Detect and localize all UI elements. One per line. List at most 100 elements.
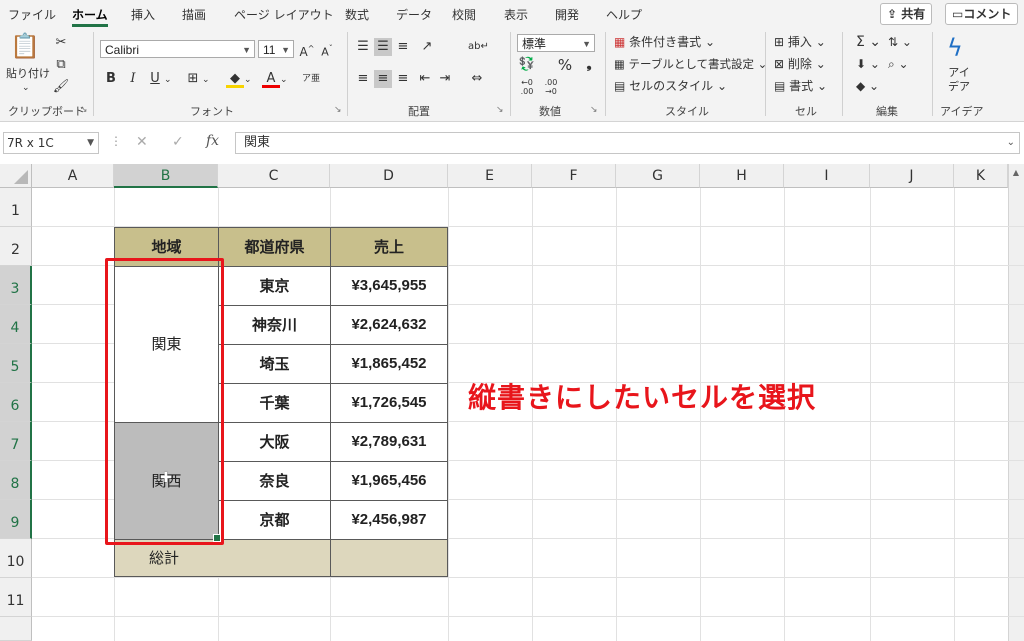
name-box[interactable]: 7R x 1C ▼ [3, 132, 99, 154]
total-value-cell[interactable] [330, 539, 448, 577]
align-top-icon[interactable]: ☰ [354, 38, 372, 56]
col-header-g[interactable]: G [616, 164, 700, 188]
insert-cells-button[interactable]: ⊞ 挿入 ⌄ [774, 34, 826, 50]
cut-icon[interactable]: ✂ [52, 34, 70, 52]
font-launcher-icon[interactable]: ↘ [334, 105, 342, 115]
pref-cell[interactable]: 奈良 [218, 461, 331, 501]
col-header-f[interactable]: F [532, 164, 616, 188]
pref-cell[interactable]: 千葉 [218, 383, 331, 423]
row-header-9[interactable]: 9 [0, 500, 32, 539]
font-size-select[interactable]: 11 ▼ [258, 40, 294, 58]
formula-input[interactable]: 関東 ⌄ [235, 132, 1020, 154]
tab-page-layout[interactable]: ページ レイアウト [234, 6, 334, 23]
borders-icon[interactable]: ⊞ [184, 70, 202, 88]
col-header-d[interactable]: D [330, 164, 448, 188]
row-header-8[interactable]: 8 [0, 461, 32, 500]
wrap-text-icon[interactable]: ab↵ [468, 38, 489, 56]
chevron-down-icon[interactable]: ⌄ [164, 72, 172, 88]
tab-view[interactable]: 表示 [504, 6, 528, 23]
paste-icon[interactable]: 📋 [10, 32, 40, 60]
phonetic-icon[interactable]: ア亜 [302, 70, 320, 88]
col-header-a[interactable]: A [32, 164, 114, 188]
tab-file[interactable]: ファイル [8, 6, 56, 23]
fill-handle[interactable] [213, 534, 221, 542]
row-header-12[interactable] [0, 617, 32, 641]
format-as-table-button[interactable]: ▦ テーブルとして書式設定 ⌄ [614, 56, 767, 72]
clear-icon[interactable]: ◆ ⌄ [856, 78, 879, 94]
cancel-icon[interactable]: ✕ [136, 134, 148, 150]
align-right-icon[interactable]: ≡ [394, 70, 412, 88]
number-format-select[interactable]: 標準 ▼ [517, 34, 595, 52]
cell-styles-button[interactable]: ▤ セルのスタイル ⌄ [614, 78, 727, 94]
fill-color-icon[interactable]: ◆ [226, 70, 244, 88]
italic-icon[interactable]: I [124, 70, 142, 88]
col-header-b[interactable]: B [114, 164, 218, 188]
vertical-scrollbar[interactable]: ▲ [1008, 164, 1024, 641]
accounting-format-icon[interactable]: 💱 [518, 56, 536, 74]
increase-decimal-icon[interactable]: ←0.00 [518, 78, 536, 96]
tab-formulas[interactable]: 数式 [345, 6, 369, 23]
ideas-button[interactable]: アイ デア [948, 66, 970, 94]
clipboard-launcher-icon[interactable]: ↘ [80, 105, 88, 115]
insert-function-icon[interactable]: fx [206, 133, 219, 149]
row-header-7[interactable]: 7 [0, 422, 32, 461]
pref-cell[interactable]: 京都 [218, 500, 331, 540]
copy-icon[interactable]: ⧉ [52, 56, 70, 74]
tab-data[interactable]: データ [396, 6, 432, 23]
underline-icon[interactable]: U [146, 70, 164, 88]
col-header-h[interactable]: H [700, 164, 784, 188]
row-header-11[interactable]: 11 [0, 578, 32, 617]
tab-insert[interactable]: 挿入 [131, 6, 155, 23]
sales-cell[interactable]: ¥2,624,632 [330, 305, 448, 345]
decrease-indent-icon[interactable]: ⇤ [416, 70, 434, 88]
row-header-1[interactable]: 1 [0, 188, 32, 227]
align-middle-icon[interactable]: ☰ [374, 38, 392, 56]
share-button[interactable]: ⇪ 共有 [880, 3, 933, 25]
header-sales[interactable]: 売上 [330, 227, 448, 267]
sales-cell[interactable]: ¥3,645,955 [330, 266, 448, 306]
merge-center-icon[interactable]: ⇔ [468, 70, 486, 88]
shrink-font-icon[interactable]: Aˇ [318, 40, 336, 59]
pref-cell[interactable]: 埼玉 [218, 344, 331, 384]
tab-review[interactable]: 校閲 [452, 6, 476, 23]
sales-cell[interactable]: ¥1,965,456 [330, 461, 448, 501]
format-cells-button[interactable]: ▤ 書式 ⌄ [774, 78, 827, 94]
number-launcher-icon[interactable]: ↘ [590, 105, 598, 115]
comma-style-icon[interactable]: ❟ [580, 56, 598, 74]
enter-icon[interactable]: ✓ [172, 134, 184, 150]
align-center-icon[interactable]: ≡ [374, 70, 392, 88]
tab-home[interactable]: ホーム [72, 6, 108, 23]
row-header-10[interactable]: 10 [0, 539, 32, 578]
align-left-icon[interactable]: ≡ [354, 70, 372, 88]
orientation-icon[interactable]: ↗ [418, 38, 436, 56]
sales-cell[interactable]: ¥2,789,631 [330, 422, 448, 462]
col-header-e[interactable]: E [448, 164, 532, 188]
chevron-down-icon[interactable]: ⌄ [280, 72, 288, 88]
lightning-icon[interactable]: ϟ [947, 34, 963, 62]
paste-dropdown-icon[interactable]: ⌄ [22, 80, 30, 96]
pref-cell[interactable]: 大阪 [218, 422, 331, 462]
delete-cells-button[interactable]: ⊠ 削除 ⌄ [774, 56, 826, 72]
align-bottom-icon[interactable]: ≡ [394, 38, 412, 56]
font-name-select[interactable]: Calibri ▼ [100, 40, 255, 58]
sales-cell[interactable]: ¥1,865,452 [330, 344, 448, 384]
autosum-icon[interactable]: Σ ⌄ [856, 34, 881, 50]
col-header-i[interactable]: I [784, 164, 870, 188]
sales-cell[interactable]: ¥1,726,545 [330, 383, 448, 423]
row-header-4[interactable]: 4 [0, 305, 32, 344]
sales-cell[interactable]: ¥2,456,987 [330, 500, 448, 540]
row-header-3[interactable]: 3 [0, 266, 32, 305]
increase-indent-icon[interactable]: ⇥ [436, 70, 454, 88]
grow-font-icon[interactable]: A^ [298, 40, 316, 59]
col-header-j[interactable]: J [870, 164, 954, 188]
comment-button[interactable]: ▭コメント [945, 3, 1019, 25]
header-prefecture[interactable]: 都道府県 [218, 227, 331, 267]
find-select-icon[interactable]: ⌕ ⌄ [888, 56, 909, 72]
conditional-format-button[interactable]: ▦ 条件付き書式 ⌄ [614, 34, 715, 50]
row-header-2[interactable]: 2 [0, 227, 32, 266]
chevron-down-icon[interactable]: ⌄ [202, 72, 210, 88]
select-all-corner[interactable] [0, 164, 32, 188]
chevron-down-icon[interactable]: ⌄ [244, 72, 252, 88]
tab-draw[interactable]: 描画 [182, 6, 206, 23]
alignment-launcher-icon[interactable]: ↘ [496, 105, 504, 115]
